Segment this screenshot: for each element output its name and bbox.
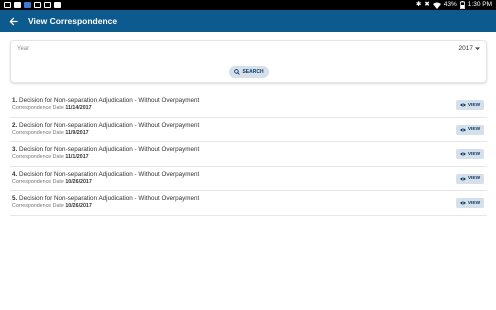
status-time: 1:30 PM bbox=[467, 1, 492, 8]
item-number: 1. bbox=[12, 97, 18, 104]
year-value: 2017 bbox=[458, 45, 473, 52]
item-title: 5. Decision for Non-separation Adjudicat… bbox=[12, 195, 199, 202]
battery-percent: 43% bbox=[443, 1, 457, 8]
list-item: 3. Decision for Non-separation Adjudicat… bbox=[10, 142, 487, 167]
item-date: Correspondence Date 10/26/2017 bbox=[12, 203, 92, 209]
view-button[interactable]: VIEW bbox=[456, 198, 484, 208]
eye-icon bbox=[459, 128, 466, 131]
item-title-text: Decision for Non-separation Adjudication… bbox=[19, 146, 200, 153]
eye-icon bbox=[459, 152, 466, 156]
app-bar: View Correspondence bbox=[0, 10, 496, 32]
view-button[interactable]: VIEW bbox=[456, 124, 484, 135]
item-title: 1. Decision for Non-separation Adjudicat… bbox=[12, 97, 199, 104]
view-button-label: VIEW bbox=[467, 200, 481, 206]
news-icon bbox=[14, 2, 21, 8]
calendar-icon bbox=[24, 2, 31, 8]
list-item: 1. Decision for Non-separation Adjudicat… bbox=[10, 93, 487, 118]
item-date-label: Correspondence Date bbox=[12, 105, 64, 111]
item-number: 2. bbox=[12, 121, 18, 129]
item-date: Correspondence Date 10/26/2017 bbox=[12, 179, 92, 185]
item-date-value: 11/9/2017 bbox=[65, 129, 89, 136]
item-date-value: 10/26/2017 bbox=[65, 178, 92, 185]
item-date-value: 11/1/2017 bbox=[65, 154, 89, 160]
item-number: 5. bbox=[12, 195, 18, 202]
status-bar: ✱ ✖ 43% 1:30 PM bbox=[0, 0, 496, 10]
item-title: 3. Decision for Non-separation Adjudicat… bbox=[12, 146, 199, 153]
view-button[interactable]: VIEW bbox=[456, 100, 484, 110]
item-date: Correspondence Date 11/14/2017 bbox=[12, 105, 92, 111]
item-date: Correspondence Date 11/1/2017 bbox=[12, 154, 89, 160]
search-button[interactable]: SEARCH bbox=[229, 66, 269, 78]
chevron-down-icon bbox=[475, 46, 480, 50]
item-date-label: Correspondence Date bbox=[12, 178, 64, 185]
item-date-label: Correspondence Date bbox=[12, 203, 64, 209]
mute-icon: ✖ bbox=[424, 1, 430, 8]
view-button-label: VIEW bbox=[467, 176, 481, 181]
search-icon bbox=[234, 69, 241, 75]
eye-icon bbox=[459, 177, 466, 180]
item-title-text: Decision for Non-separation Adjudication… bbox=[19, 170, 200, 178]
item-title-text: Decision for Non-separation Adjudication… bbox=[19, 195, 200, 202]
item-number: 4. bbox=[12, 170, 18, 178]
view-button-label: VIEW bbox=[467, 102, 481, 108]
view-button-label: VIEW bbox=[467, 151, 481, 157]
list-item: 4. Decision for Non-separation Adjudicat… bbox=[10, 167, 487, 191]
bluetooth-icon: ✱ bbox=[415, 1, 422, 8]
back-arrow-icon[interactable] bbox=[7, 15, 19, 27]
list-item: 2. Decision for Non-separation Adjudicat… bbox=[10, 118, 487, 142]
item-date-label: Correspondence Date bbox=[12, 154, 64, 160]
page-title: View Correspondence bbox=[28, 16, 118, 26]
eye-icon bbox=[459, 103, 466, 107]
wifi-icon bbox=[432, 2, 441, 9]
year-select[interactable]: 2017 bbox=[459, 45, 480, 52]
year-label: Year bbox=[17, 46, 30, 52]
item-title-text: Decision for Non-separation Adjudication… bbox=[19, 121, 200, 129]
eye-icon bbox=[459, 201, 466, 205]
item-date-label: Correspondence Date bbox=[12, 129, 64, 136]
correspondence-list: 1. Decision for Non-separation Adjudicat… bbox=[10, 93, 487, 216]
status-bar-right: ✱ ✖ 43% 1:30 PM bbox=[416, 0, 492, 10]
battery-icon bbox=[459, 1, 465, 9]
item-title: 4. Decision for Non-separation Adjudicat… bbox=[12, 171, 199, 178]
item-date-value: 11/14/2017 bbox=[65, 105, 92, 111]
upload-icon bbox=[44, 2, 51, 8]
item-date: Correspondence Date 11/9/2017 bbox=[12, 130, 89, 136]
status-bar-left bbox=[4, 2, 61, 8]
item-title: 2. Decision for Non-separation Adjudicat… bbox=[12, 122, 199, 129]
image-icon bbox=[4, 2, 11, 8]
tablet-icon bbox=[34, 2, 41, 8]
download-icon bbox=[54, 2, 61, 8]
view-button[interactable]: VIEW bbox=[456, 173, 484, 184]
view-button-label: VIEW bbox=[467, 127, 481, 132]
item-number: 3. bbox=[12, 146, 18, 153]
item-title-text: Decision for Non-separation Adjudication… bbox=[19, 97, 200, 104]
search-button-label: SEARCH bbox=[242, 69, 264, 75]
view-button[interactable]: VIEW bbox=[456, 149, 484, 159]
item-date-value: 10/26/2017 bbox=[65, 203, 92, 209]
search-card: Year 2017 SEARCH bbox=[10, 40, 487, 83]
list-item: 5. Decision for Non-separation Adjudicat… bbox=[10, 191, 487, 216]
